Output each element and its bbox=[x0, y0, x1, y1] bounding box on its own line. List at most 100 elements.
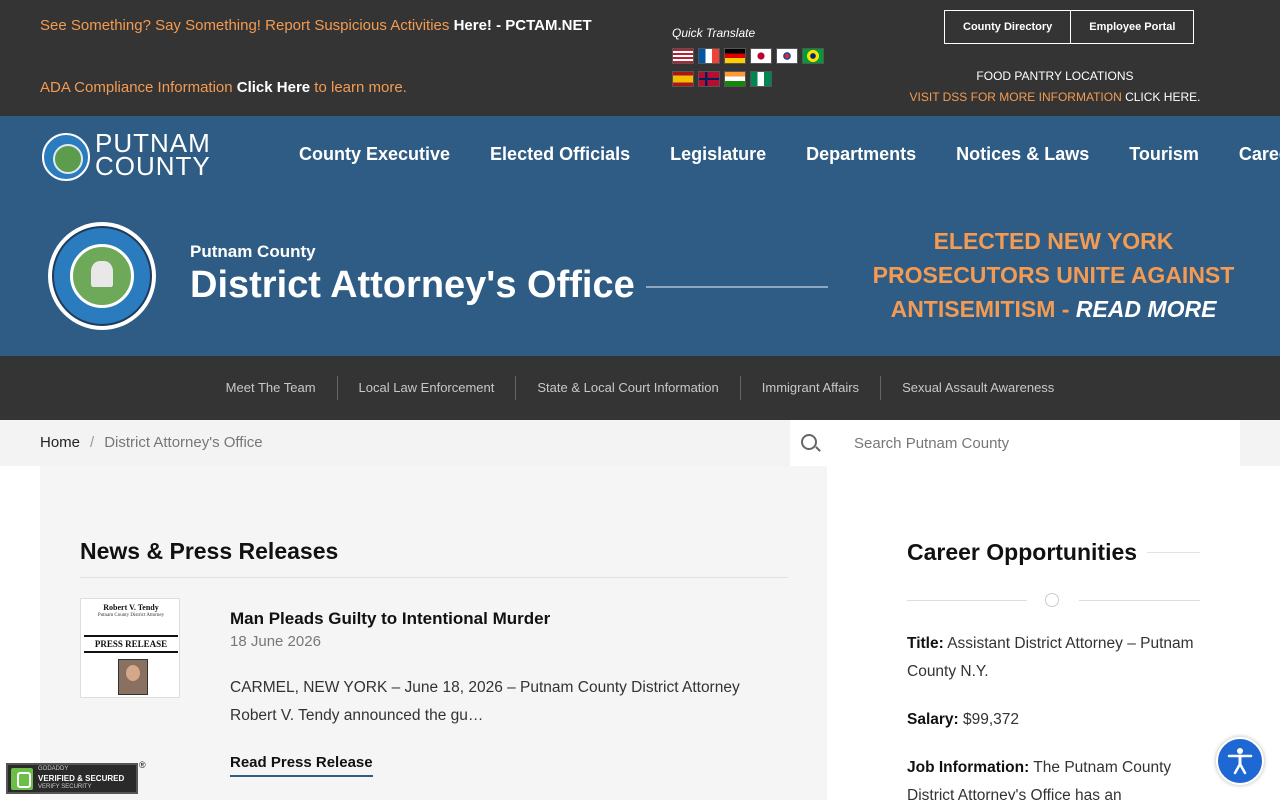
careers-divider bbox=[907, 593, 1200, 607]
subnav-item-state-local-court-information[interactable]: State & Local Court Information bbox=[515, 376, 739, 400]
utility-buttons: County Directory Employee Portal bbox=[944, 10, 1195, 44]
subnav-item-sexual-assault-awareness[interactable]: Sexual Assault Awareness bbox=[880, 376, 1075, 400]
job-title-value: Assistant District Attorney – Putnam Cou… bbox=[907, 635, 1194, 680]
search-bar bbox=[790, 420, 1240, 466]
hero-divider bbox=[646, 286, 828, 288]
employee-portal-button[interactable]: Employee Portal bbox=[1071, 10, 1195, 44]
thumb-rule bbox=[84, 651, 178, 653]
badge-text: GODADDY VERIFIED & SECURED VERIFY SECURI… bbox=[38, 765, 124, 792]
press-release-thumbnail[interactable]: Robert V. Tendy Putnam County District A… bbox=[80, 598, 180, 698]
portrait-photo bbox=[118, 659, 148, 695]
job-info-label: Job Information: bbox=[907, 759, 1030, 776]
nav-item-notices-laws[interactable]: Notices & Laws bbox=[956, 144, 1089, 165]
registered-mark: ® bbox=[139, 760, 146, 770]
ada-compliance-link[interactable]: ADA Compliance Information Click Here to… bbox=[40, 79, 407, 96]
lock-icon bbox=[11, 767, 33, 790]
badge-verify: VERIFY SECURITY bbox=[38, 784, 92, 790]
flag-row bbox=[672, 48, 832, 64]
subnav-item-local-law-enforcement[interactable]: Local Law Enforcement bbox=[336, 376, 516, 400]
godaddy-security-badge[interactable]: GODADDY VERIFIED & SECURED VERIFY SECURI… bbox=[6, 763, 138, 794]
featured-news-callout[interactable]: ELECTED NEW YORK PROSECUTORS UNITE AGAIN… bbox=[866, 224, 1241, 326]
seal-center bbox=[70, 244, 134, 308]
us-flag-icon[interactable] bbox=[672, 48, 694, 64]
careers-heading: Career Opportunities bbox=[907, 539, 1138, 565]
food-pantry-notice: FOOD PANTRY LOCATIONS VISIT DSS FOR MORE… bbox=[900, 66, 1210, 108]
ada-text: ADA Compliance Information bbox=[40, 79, 237, 96]
flag-row bbox=[672, 71, 832, 87]
breadcrumb-home[interactable]: Home bbox=[40, 434, 80, 451]
report-text: See Something? Say Something! Report Sus… bbox=[40, 17, 454, 34]
korea-flag-icon[interactable] bbox=[776, 48, 798, 64]
india-flag-icon[interactable] bbox=[724, 71, 746, 87]
ada-click-here[interactable]: Click Here bbox=[237, 79, 310, 96]
news-heading: News & Press Releases bbox=[80, 538, 339, 564]
job-title-label: Title: bbox=[907, 635, 944, 652]
county-directory-button[interactable]: County Directory bbox=[944, 10, 1072, 44]
dss-link[interactable]: VISIT DSS FOR MORE INFORMATION CLICK HER… bbox=[900, 87, 1210, 108]
badge-title: VERIFIED & SECURED bbox=[38, 774, 125, 783]
job-title-row: Title: Assistant District Attorney – Put… bbox=[907, 630, 1200, 686]
salary-label: Salary: bbox=[907, 711, 959, 728]
office-subtitle: Putnam County bbox=[190, 242, 316, 261]
subnav-item-meet-the-team[interactable]: Meet The Team bbox=[205, 376, 337, 400]
search-input[interactable] bbox=[854, 420, 1234, 466]
thumb-label: PRESS RELEASE bbox=[94, 639, 168, 649]
news-divider bbox=[80, 577, 788, 578]
county-seal-large-icon bbox=[48, 222, 156, 330]
news-panel: News & Press Releases Robert V. Tendy Pu… bbox=[40, 466, 827, 800]
site-logo[interactable]: PUTNAM COUNTY bbox=[95, 130, 211, 181]
ada-suffix: to learn more. bbox=[310, 79, 407, 96]
dss-suffix: . bbox=[1197, 90, 1201, 104]
read-more-link[interactable]: READ MORE bbox=[1076, 296, 1217, 322]
breadcrumb-separator: / bbox=[90, 434, 95, 451]
badge-brand: GODADDY bbox=[38, 766, 69, 772]
breadcrumb: Home / District Attorney's Office bbox=[40, 434, 263, 451]
nav-item-departments[interactable]: Departments bbox=[806, 144, 916, 165]
divider-line-right bbox=[1079, 600, 1200, 601]
brazil-flag-icon[interactable] bbox=[802, 48, 824, 64]
food-pantry-title: FOOD PANTRY LOCATIONS bbox=[976, 69, 1134, 83]
press-release-title[interactable]: Man Pleads Guilty to Intentional Murder bbox=[230, 609, 550, 629]
read-press-release-link[interactable]: Read Press Release bbox=[230, 754, 373, 777]
nav-item-legislature[interactable]: Legislature bbox=[670, 144, 766, 165]
nav-item-tourism[interactable]: Tourism bbox=[1129, 144, 1199, 165]
breadcrumb-current: District Attorney's Office bbox=[104, 434, 263, 451]
salary-row: Salary: $99,372 bbox=[907, 706, 1200, 734]
divider-line-left bbox=[907, 600, 1027, 601]
quick-translate-label: Quick Translate bbox=[672, 26, 756, 40]
careers-heading-rule bbox=[1147, 552, 1200, 553]
site-header: PUTNAM COUNTY County Executive Elected Of… bbox=[0, 116, 1280, 356]
thumb-title: Putnam County District Attorney bbox=[97, 613, 165, 618]
dss-text: VISIT DSS FOR MORE INFORMATION bbox=[909, 90, 1126, 104]
thumb-name: Robert V. Tendy bbox=[103, 603, 159, 612]
france-flag-icon[interactable] bbox=[698, 48, 720, 64]
top-utility-bar: See Something? Say Something! Report Sus… bbox=[0, 0, 1280, 116]
dss-click-here[interactable]: CLICK HERE bbox=[1125, 90, 1197, 104]
nigeria-flag-icon[interactable] bbox=[750, 71, 772, 87]
main-navigation: County Executive Elected Officials Legisla… bbox=[299, 144, 1280, 165]
county-seal-icon[interactable] bbox=[42, 133, 90, 181]
accessibility-button[interactable] bbox=[1216, 737, 1264, 785]
job-info-row: Job Information: The Putnam County Distr… bbox=[907, 754, 1200, 800]
spain-flag-icon[interactable] bbox=[672, 71, 694, 87]
thumb-rule bbox=[84, 635, 178, 637]
japan-flag-icon[interactable] bbox=[750, 48, 772, 64]
nav-item-careers[interactable]: Careers bbox=[1239, 144, 1280, 165]
career-listing: Title: Assistant District Attorney – Put… bbox=[907, 630, 1200, 800]
nav-item-elected-officials[interactable]: Elected Officials bbox=[490, 144, 630, 165]
department-subnav: Meet The Team Local Law Enforcement State … bbox=[0, 356, 1280, 420]
salary-value: $99,372 bbox=[958, 711, 1020, 728]
page-title: District Attorney's Office bbox=[190, 264, 635, 306]
press-release-excerpt: CARMEL, NEW YORK – June 18, 2026 – Putna… bbox=[230, 679, 740, 724]
report-suspicious-link[interactable]: See Something? Say Something! Report Sus… bbox=[40, 17, 592, 34]
nav-item-county-executive[interactable]: County Executive bbox=[299, 144, 450, 165]
norway-flag-icon[interactable] bbox=[698, 71, 720, 87]
search-icon[interactable] bbox=[801, 434, 817, 450]
subnav-item-immigrant-affairs[interactable]: Immigrant Affairs bbox=[739, 376, 880, 400]
divider-circle-icon bbox=[1045, 593, 1059, 607]
accessibility-person-icon bbox=[1227, 748, 1253, 775]
report-link-text[interactable]: Here! - PCTAM.NET bbox=[454, 17, 592, 34]
press-release-date: 18 June 2026 bbox=[230, 633, 321, 650]
logo-line-2: COUNTY bbox=[95, 151, 211, 181]
germany-flag-icon[interactable] bbox=[724, 48, 746, 64]
